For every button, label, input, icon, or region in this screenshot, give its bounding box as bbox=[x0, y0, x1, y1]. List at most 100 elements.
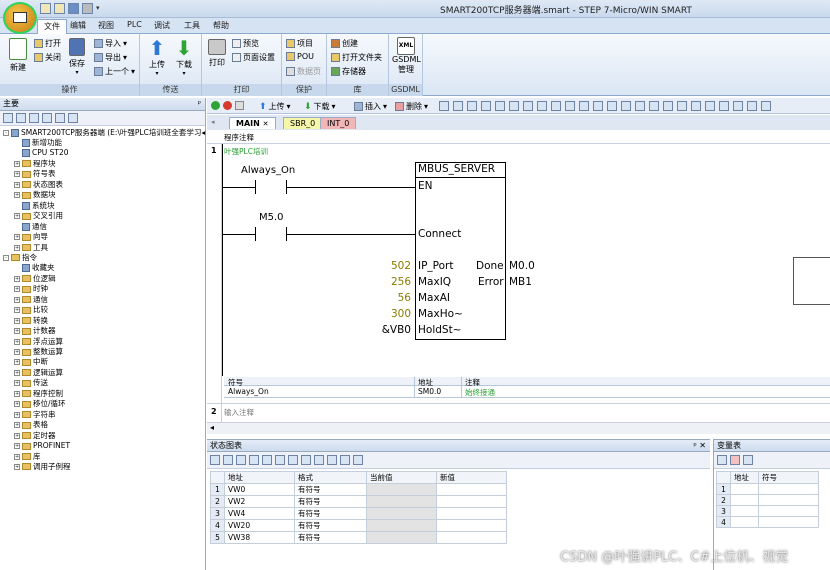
var-address-cell[interactable] bbox=[730, 483, 759, 495]
tree-item[interactable]: + 表格 bbox=[14, 420, 48, 430]
editor-upload-button[interactable]: ⬆ 上传 ▾ bbox=[259, 101, 291, 112]
tree-item[interactable]: + 字符串 bbox=[14, 410, 56, 420]
format-cell[interactable]: 有符号 bbox=[294, 507, 367, 520]
chart-tool-2-icon[interactable] bbox=[223, 455, 233, 465]
tool-icon-16[interactable] bbox=[649, 101, 659, 111]
open-button[interactable]: 打开 bbox=[34, 38, 61, 49]
tab-tools[interactable]: 工具 bbox=[184, 20, 200, 31]
tool-icon-22[interactable] bbox=[733, 101, 743, 111]
tree-item[interactable]: + 位逻辑 bbox=[14, 274, 56, 284]
close-button[interactable]: 关闭 bbox=[34, 52, 61, 63]
tree-item[interactable]: + 调用子例程 bbox=[14, 462, 71, 472]
tree-item[interactable]: + 向导 bbox=[14, 232, 48, 242]
print-icon[interactable] bbox=[82, 3, 93, 14]
tool-icon-7[interactable] bbox=[523, 101, 533, 111]
tree-item[interactable]: + 符号表 bbox=[14, 169, 56, 179]
export-button[interactable]: 导出 ▾ bbox=[94, 52, 127, 63]
value-done[interactable]: M0.0 bbox=[509, 260, 535, 272]
tool-icon-24[interactable] bbox=[761, 101, 771, 111]
new-value-cell[interactable] bbox=[436, 507, 507, 520]
expand-icon[interactable]: + bbox=[14, 296, 20, 303]
network-1-comment[interactable]: 叶强PLC培训 bbox=[224, 146, 268, 157]
tab-scroll-left-icon[interactable]: ◂ bbox=[211, 118, 215, 126]
tree-item[interactable]: - 指令 bbox=[3, 253, 37, 263]
value-maxiq[interactable]: 256 bbox=[367, 276, 411, 288]
close-panel-icon[interactable]: ᵖ ✕ bbox=[693, 440, 706, 452]
new-button[interactable]: 新建 bbox=[4, 38, 32, 73]
variable-row[interactable]: 1 bbox=[716, 483, 819, 495]
var-delete-icon[interactable] bbox=[730, 455, 740, 465]
app-menu-button[interactable] bbox=[3, 2, 37, 34]
expand-icon[interactable]: + bbox=[14, 244, 20, 251]
gsdml-manage-button[interactable]: XML GSDML 管理 bbox=[392, 37, 421, 75]
editor-download-button[interactable]: ⬇ 下载 ▾ bbox=[304, 101, 336, 112]
tool-icon-6[interactable] bbox=[509, 101, 519, 111]
variable-row[interactable]: 3 bbox=[716, 505, 819, 517]
expand-icon[interactable]: + bbox=[14, 307, 20, 314]
tool-icon-14[interactable] bbox=[621, 101, 631, 111]
tree-item[interactable]: 新增功能 bbox=[14, 138, 62, 148]
tree-item[interactable]: CPU ST20 bbox=[14, 148, 69, 158]
format-cell[interactable]: 有符号 bbox=[294, 483, 367, 496]
address-cell[interactable]: VW4 bbox=[224, 507, 295, 520]
lock-1-icon[interactable] bbox=[288, 455, 298, 465]
format-cell[interactable]: 有符号 bbox=[294, 495, 367, 508]
var-symbol-cell[interactable] bbox=[758, 516, 819, 528]
tab-view[interactable]: 视图 bbox=[98, 20, 114, 31]
tree-item[interactable]: + 交叉引用 bbox=[14, 211, 63, 221]
pencil-icon[interactable] bbox=[275, 455, 285, 465]
offscreen-block[interactable] bbox=[793, 257, 830, 305]
tool-icon-21[interactable] bbox=[719, 101, 729, 111]
tree-tool-3-icon[interactable] bbox=[29, 113, 39, 123]
tab-sbr0[interactable]: SBR_0 bbox=[283, 117, 323, 129]
tool-icon-5[interactable] bbox=[495, 101, 505, 111]
var-address-cell[interactable] bbox=[730, 516, 759, 528]
expand-icon[interactable]: + bbox=[14, 401, 20, 408]
create-library-button[interactable]: 创建 bbox=[331, 38, 358, 49]
var-add-icon[interactable] bbox=[717, 455, 727, 465]
var-address-cell[interactable] bbox=[730, 505, 759, 517]
tree-item[interactable]: + 逻辑运算 bbox=[14, 368, 63, 378]
tree-item[interactable]: + 转换 bbox=[14, 316, 48, 326]
tab-help[interactable]: 帮助 bbox=[213, 20, 229, 31]
tool-icon-13[interactable] bbox=[607, 101, 617, 111]
tree-tool-2-icon[interactable] bbox=[16, 113, 26, 123]
tree-item[interactable]: + 中断 bbox=[14, 357, 48, 367]
tab-file[interactable]: 文件 bbox=[37, 19, 67, 34]
open-folder-icon[interactable] bbox=[54, 3, 65, 14]
stop-icon[interactable] bbox=[223, 101, 232, 110]
tree-item[interactable]: 收藏夹 bbox=[14, 263, 55, 273]
tree-item[interactable]: + 比较 bbox=[14, 305, 48, 315]
page-setup-button[interactable]: 页面设置 bbox=[232, 52, 275, 63]
tab-int0[interactable]: INT_0 bbox=[320, 117, 357, 129]
address-cell[interactable]: VW2 bbox=[224, 495, 295, 508]
customize-qat-icon[interactable]: ▾ bbox=[96, 3, 100, 14]
tool-icon-11[interactable] bbox=[579, 101, 589, 111]
network-2-comment[interactable]: 输入注释 bbox=[224, 407, 254, 418]
save-button[interactable]: 保存 ▾ bbox=[66, 38, 88, 76]
program-comment[interactable]: 程序注释 bbox=[224, 132, 254, 143]
status-chart-row[interactable]: 3 VW4 有符号 bbox=[210, 507, 507, 520]
tab-main[interactable]: MAIN ✕ bbox=[229, 117, 276, 129]
chart-tool-5-icon[interactable] bbox=[262, 455, 272, 465]
pou-protect-button[interactable]: POU bbox=[286, 52, 314, 61]
tree-item[interactable]: + 传送 bbox=[14, 378, 48, 388]
expand-icon[interactable]: + bbox=[14, 338, 20, 345]
new-value-cell[interactable] bbox=[436, 519, 507, 532]
chart-tool-3-icon[interactable] bbox=[236, 455, 246, 465]
expand-icon[interactable]: + bbox=[14, 234, 20, 241]
tree-tool-6-icon[interactable] bbox=[68, 113, 78, 123]
address-cell[interactable]: VW38 bbox=[224, 531, 295, 544]
upload-button[interactable]: ⬆ 上传 ▾ bbox=[146, 37, 168, 77]
var-symbol-cell[interactable] bbox=[758, 505, 819, 517]
lock-4-icon[interactable] bbox=[327, 455, 337, 465]
tree-item[interactable]: + 时钟 bbox=[14, 284, 48, 294]
address-cell[interactable]: VW20 bbox=[224, 519, 295, 532]
expand-icon[interactable]: + bbox=[14, 432, 20, 439]
tool-icon-12[interactable] bbox=[593, 101, 603, 111]
tab-debug[interactable]: 调试 bbox=[154, 20, 170, 31]
expand-icon[interactable]: + bbox=[14, 390, 20, 397]
lock-2-icon[interactable] bbox=[301, 455, 311, 465]
previous-button[interactable]: 上一个 ▾ bbox=[94, 66, 135, 77]
tree-item[interactable]: + 程序块 bbox=[14, 159, 56, 169]
